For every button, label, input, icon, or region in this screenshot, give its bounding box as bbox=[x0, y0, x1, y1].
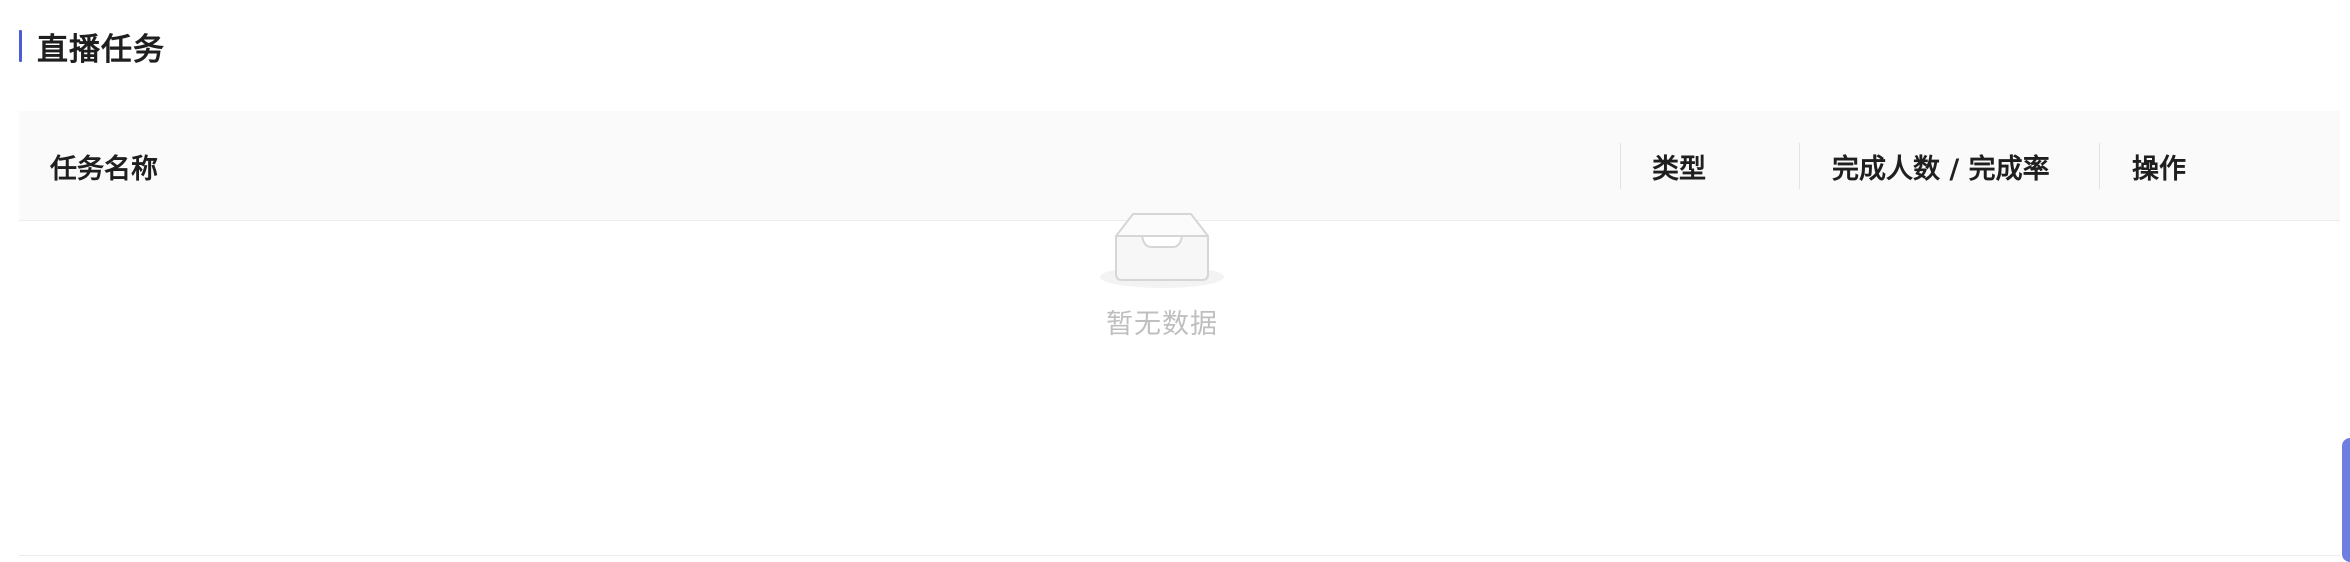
section-title: 直播任务 bbox=[37, 31, 165, 68]
table-header: 任务名称 类型 完成人数 / 完成率 操作 bbox=[19, 111, 2340, 221]
column-divider bbox=[2099, 143, 2100, 189]
live-task-panel: 直播任务 任务名称 类型 完成人数 / 完成率 操作 暂无数据 bbox=[0, 0, 2350, 562]
section-header: 直播任务 bbox=[19, 24, 165, 68]
column-header-completion: 完成人数 / 完成率 bbox=[1832, 153, 2050, 185]
column-header-type: 类型 bbox=[1652, 153, 1706, 185]
empty-inbox-icon bbox=[1100, 213, 1224, 288]
column-header-task-name: 任务名称 bbox=[50, 153, 158, 185]
side-scroll-handle[interactable] bbox=[2342, 438, 2350, 562]
empty-state-text: 暂无数据 bbox=[1106, 309, 1218, 340]
column-header-actions: 操作 bbox=[2132, 153, 2186, 185]
column-divider bbox=[1620, 143, 1621, 189]
section-accent-bar bbox=[19, 30, 22, 62]
column-divider bbox=[1799, 143, 1800, 189]
